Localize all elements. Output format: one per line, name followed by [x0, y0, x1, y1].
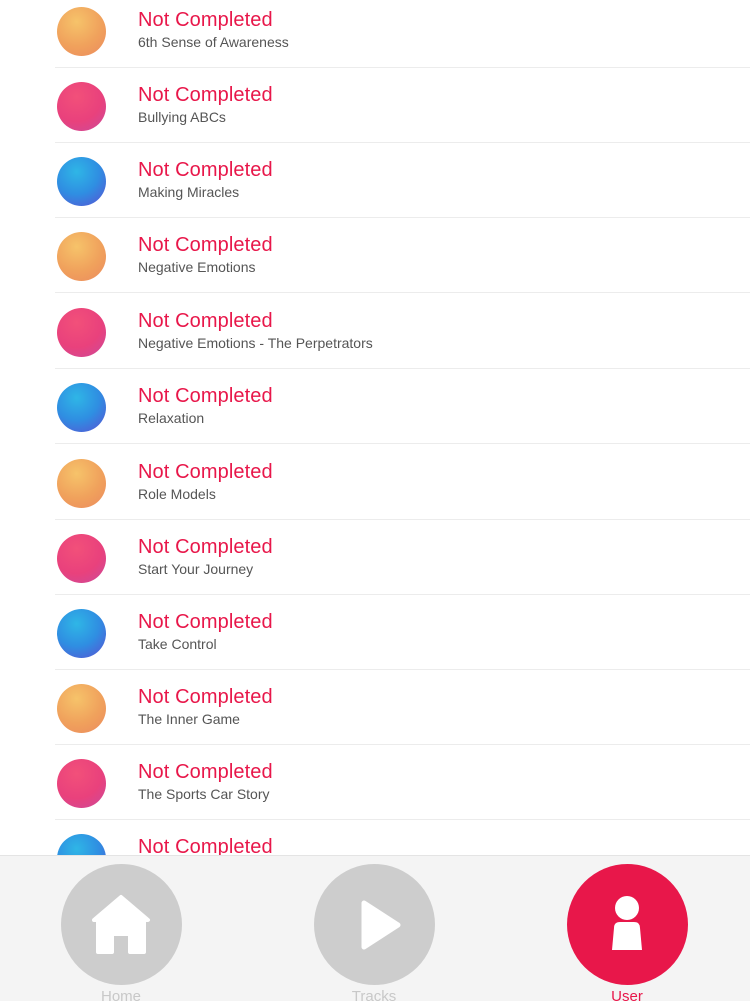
- list-item[interactable]: Not Completed 6th Sense of Awareness: [0, 0, 750, 68]
- tab-user[interactable]: User: [562, 856, 692, 1001]
- play-icon: [361, 900, 401, 950]
- track-thumbnail: [57, 834, 106, 855]
- completion-status: Not Completed: [138, 234, 273, 256]
- track-thumbnail: [57, 383, 106, 432]
- home-icon: [92, 895, 150, 954]
- track-thumbnail: [57, 232, 106, 281]
- completion-status: Not Completed: [138, 686, 273, 708]
- track-title: The Inner Game: [138, 711, 240, 727]
- list-item[interactable]: Not Completed Negative Emotions: [0, 218, 750, 293]
- list-item[interactable]: Not Completed The Sports Car Story: [0, 745, 750, 820]
- track-title: Making Miracles: [138, 184, 240, 200]
- track-thumbnail: [57, 82, 106, 131]
- track-thumbnail: [57, 157, 106, 206]
- list-item[interactable]: Not Completed: [0, 820, 750, 855]
- completion-status: Not Completed: [138, 385, 273, 407]
- track-thumbnail: [57, 759, 106, 808]
- list-item[interactable]: Not Completed Take Control: [0, 595, 750, 670]
- tab-tracks[interactable]: Tracks: [309, 856, 439, 1001]
- list-item[interactable]: Not Completed Making Miracles: [0, 143, 750, 218]
- tab-tracks-label: Tracks: [351, 988, 397, 1001]
- track-title: Relaxation: [138, 410, 205, 426]
- bottom-tab-bar: Home Tracks User: [0, 855, 750, 1001]
- completion-status: Not Completed: [138, 761, 273, 783]
- tab-home-label: Home: [100, 988, 141, 1001]
- completion-status: Not Completed: [138, 84, 273, 106]
- track-thumbnail: [57, 684, 106, 733]
- tab-user-label: User: [611, 988, 643, 1001]
- tab-home[interactable]: Home: [56, 856, 186, 1001]
- track-title: The Sports Car Story: [138, 786, 270, 802]
- track-thumbnail: [57, 7, 106, 56]
- completion-status: Not Completed: [138, 9, 273, 31]
- divider: [55, 292, 750, 293]
- track-thumbnail: [57, 308, 106, 357]
- user-icon: [612, 896, 642, 950]
- completion-status: Not Completed: [138, 159, 273, 181]
- track-title: 6th Sense of Awareness: [138, 34, 289, 50]
- track-title: Start Your Journey: [138, 561, 254, 577]
- track-title: Role Models: [138, 486, 216, 502]
- track-thumbnail: [57, 459, 106, 508]
- list-item[interactable]: Not Completed Role Models: [0, 445, 750, 520]
- completion-status: Not Completed: [138, 836, 273, 855]
- completion-status: Not Completed: [138, 310, 273, 332]
- list-item[interactable]: Not Completed Relaxation: [0, 369, 750, 444]
- track-list: Not Completed 6th Sense of Awareness Not…: [0, 0, 750, 855]
- track-title: Bullying ABCs: [138, 109, 226, 125]
- track-thumbnail: [57, 534, 106, 583]
- completion-status: Not Completed: [138, 461, 273, 483]
- track-title: Take Control: [138, 636, 217, 652]
- list-item[interactable]: Not Completed Negative Emotions - The Pe…: [0, 294, 750, 369]
- track-title: Negative Emotions - The Perpetrators: [138, 335, 373, 351]
- completion-status: Not Completed: [138, 536, 273, 558]
- track-thumbnail: [57, 609, 106, 658]
- completion-status: Not Completed: [138, 611, 273, 633]
- list-item[interactable]: Not Completed The Inner Game: [0, 670, 750, 745]
- divider: [55, 443, 750, 444]
- list-item[interactable]: Not Completed Start Your Journey: [0, 520, 750, 595]
- track-title: Negative Emotions: [138, 259, 256, 275]
- list-item[interactable]: Not Completed Bullying ABCs: [0, 68, 750, 143]
